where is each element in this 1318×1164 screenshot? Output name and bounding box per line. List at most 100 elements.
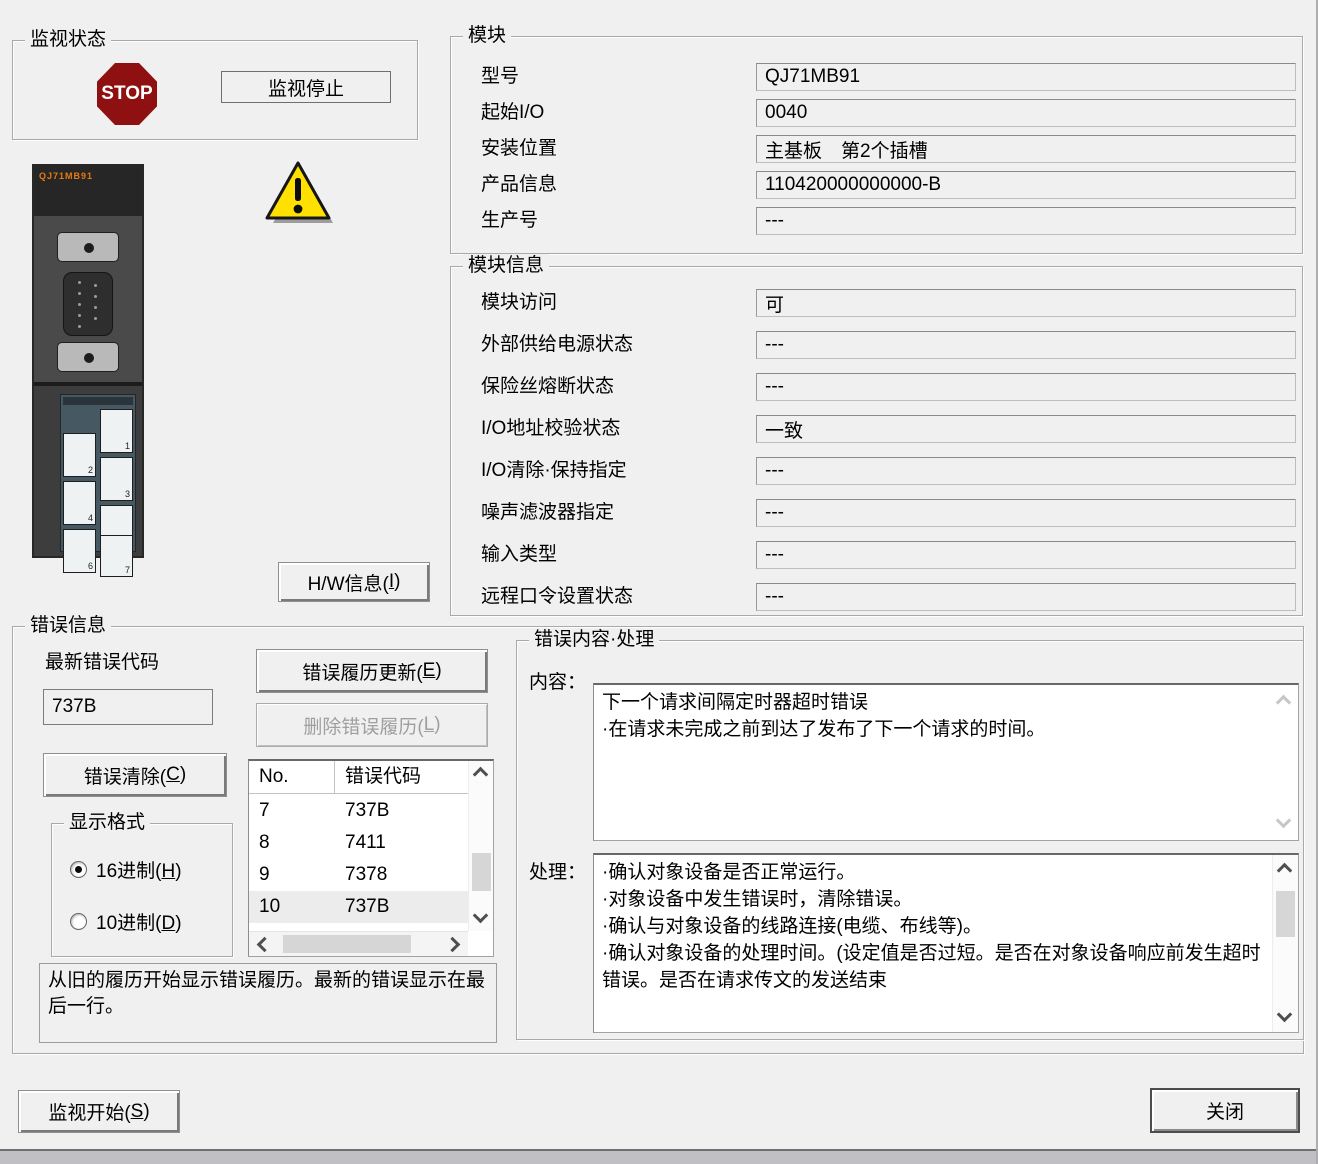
error-history-row[interactable]: 97378 (249, 859, 468, 891)
update-error-history-button[interactable]: 错误履历更新(E) (256, 649, 488, 693)
error-detail-group: 错误内容·处理 内容： 下一个请求间隔定时器超时错误 ·在请求未完成之前到达了发… (516, 640, 1304, 1040)
error-list-header: No. 错误代码 (249, 761, 468, 794)
module-info-label: 外部供给电源状态 (481, 331, 633, 359)
remote-password-field: --- (756, 583, 1296, 611)
terminal-2: 2 (63, 433, 96, 477)
radio-dec-label: 10进制(D) (96, 908, 182, 935)
error-list-vscrollbar[interactable] (468, 761, 493, 931)
error-history-row[interactable]: 87411 (249, 827, 468, 859)
error-info-group-title: 错误信息 (25, 614, 111, 638)
content-label: 内容： (529, 669, 586, 697)
module-image-terminal-area: 1 2 3 4 5 6 7 (34, 386, 142, 556)
close-button[interactable]: 关闭 (1150, 1088, 1300, 1133)
monitor-start-button[interactable]: 监视开始(S) (18, 1090, 180, 1133)
monitor-status-group: 监视状态 STOP 监视停止 (12, 40, 418, 140)
module-image-label: QJ71MB91 (39, 171, 93, 181)
error-list-col-no: No. (249, 761, 335, 793)
scroll-up-icon[interactable] (1276, 695, 1292, 711)
module-field-label: 起始I/O (481, 99, 544, 127)
window-bottom-edge (0, 1149, 1316, 1164)
model-field: QJ71MB91 (756, 63, 1296, 91)
module-info-label: 噪声滤波器指定 (481, 499, 614, 527)
io-clear-hold-field: --- (756, 457, 1296, 485)
error-history-note: 从旧的履历开始显示错误履历。最新的错误显示在最后一行。 (39, 963, 497, 1043)
module-detail-dialog: 监视状态 STOP 监视停止 QJ71MB91 1 2 3 (0, 0, 1318, 1164)
module-group: 模块 型号 QJ71MB91 起始I/O 0040 安装位置 主基板 第2个插槽… (450, 36, 1303, 254)
head-io-field: 0040 (756, 99, 1296, 127)
hw-info-button[interactable]: H/W信息(I) (278, 562, 430, 602)
scroll-down-icon[interactable] (473, 908, 489, 924)
module-info-label: 远程口令设置状态 (481, 583, 633, 611)
radio-hex[interactable]: 16进制(H) (70, 856, 182, 883)
noise-filter-field: --- (756, 499, 1296, 527)
module-image-top: QJ71MB91 (34, 166, 142, 216)
module-info-group: 模块信息 模块访问 可 外部供给电源状态 --- 保险丝熔断状态 --- I/O… (450, 266, 1303, 616)
terminal-7: 7 (100, 535, 133, 577)
display-format-title: 显示格式 (64, 811, 150, 835)
terminal-6: 6 (63, 529, 96, 573)
screw-icon (84, 243, 94, 253)
error-content-text: 下一个请求间隔定时器超时错误 ·在请求未完成之前到达了发布了下一个请求的时间。 (602, 689, 1268, 836)
module-field-label: 型号 (481, 63, 519, 91)
error-handling-textarea: ·确认对象设备是否正常运行。 ·对象设备中发生错误时，清除错误。 ·确认与对象设… (593, 853, 1299, 1033)
module-info-label: I/O地址校验状态 (481, 415, 620, 443)
screw-icon (84, 353, 94, 363)
scroll-left-icon[interactable] (257, 937, 273, 953)
input-type-field: --- (756, 541, 1296, 569)
module-info-label: 模块访问 (481, 289, 557, 317)
radio-dec-circle[interactable] (70, 913, 87, 930)
ext-power-field: --- (756, 331, 1296, 359)
module-info-label: 保险丝熔断状态 (481, 373, 614, 401)
hscroll-thumb[interactable] (283, 935, 411, 953)
error-list-hscrollbar[interactable] (249, 931, 468, 956)
terminal-1: 1 (100, 409, 133, 453)
module-group-title: 模块 (463, 24, 511, 48)
monitor-status-value: 监视停止 (221, 71, 391, 103)
delete-error-history-button: 删除错误履历(L) (256, 703, 488, 747)
error-handling-text: ·确认对象设备是否正常运行。 ·对象设备中发生错误时，清除错误。 ·确认与对象设… (602, 859, 1268, 1028)
product-info-field: 110420000000000-B (756, 171, 1296, 199)
monitor-status-title: 监视状态 (25, 28, 111, 52)
error-content-textarea: 下一个请求间隔定时器超时错误 ·在请求未完成之前到达了发布了下一个请求的时间。 (593, 683, 1299, 841)
stop-icon: STOP (97, 63, 157, 125)
error-history-list[interactable]: No. 错误代码 7737B 87411 97378 10737B (248, 759, 494, 957)
terminal-panel: 1 2 3 4 5 6 7 (60, 394, 136, 552)
scroll-down-icon[interactable] (1277, 1007, 1293, 1023)
radio-dec[interactable]: 10进制(D) (70, 908, 182, 935)
module-info-label: I/O清除·保持指定 (481, 457, 627, 485)
module-info-group-title: 模块信息 (463, 254, 549, 278)
radio-hex-label: 16进制(H) (96, 856, 182, 883)
dsub-connector-icon (63, 272, 113, 336)
scroll-up-icon[interactable] (473, 767, 489, 783)
handling-vscrollbar[interactable] (1272, 855, 1298, 1032)
latest-error-label: 最新错误代码 (45, 649, 159, 677)
error-history-row[interactable]: 7737B (249, 795, 468, 827)
latest-error-code-field: 737B (43, 689, 213, 725)
error-detail-title: 错误内容·处理 (529, 628, 659, 652)
clear-error-button[interactable]: 错误清除(C) (43, 753, 227, 797)
scroll-up-icon[interactable] (1277, 863, 1293, 879)
vscroll-thumb[interactable] (472, 853, 491, 891)
display-format-group: 显示格式 16进制(H) 10进制(D) (51, 823, 233, 957)
module-access-field: 可 (756, 289, 1296, 317)
content-vscrollbar[interactable] (1272, 685, 1298, 840)
error-history-row-selected[interactable]: 10737B (249, 891, 468, 923)
radio-hex-circle[interactable] (70, 861, 87, 878)
serial-no-field: --- (756, 207, 1296, 235)
module-field-label: 产品信息 (481, 171, 557, 199)
module-field-label: 安装位置 (481, 135, 557, 163)
scroll-down-icon[interactable] (1276, 813, 1292, 829)
mount-position-field: 主基板 第2个插槽 (756, 135, 1296, 163)
error-list-col-code: 错误代码 (335, 761, 421, 793)
module-field-label: 生产号 (481, 207, 538, 235)
dsub-top-tab (57, 232, 119, 262)
scroll-right-icon[interactable] (445, 937, 461, 953)
fuse-status-field: --- (756, 373, 1296, 401)
io-verify-field: 一致 (756, 415, 1296, 443)
dsub-bottom-tab (57, 342, 119, 372)
warning-icon (263, 160, 337, 234)
module-info-label: 输入类型 (481, 541, 557, 569)
vscroll-thumb[interactable] (1276, 891, 1295, 937)
module-image: QJ71MB91 1 2 3 4 5 6 7 (32, 164, 144, 558)
handling-label: 处理： (529, 859, 586, 887)
